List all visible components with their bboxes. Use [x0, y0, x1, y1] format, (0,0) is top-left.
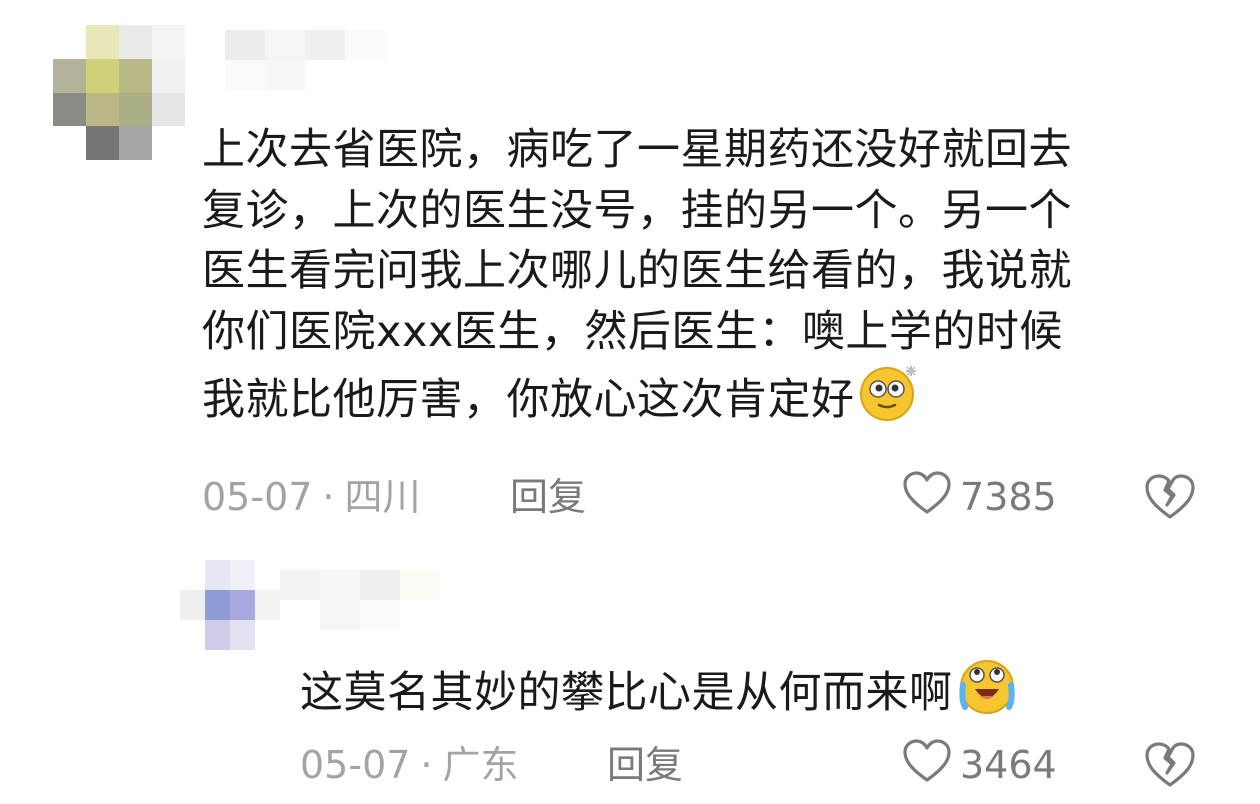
comment-text-line-content: 我就比他厉害，你放心这次肯定好 [202, 375, 855, 425]
separator-dot: · [420, 743, 433, 787]
separator-dot: · [322, 475, 335, 519]
comment-date: 05-07 [300, 743, 411, 787]
comment-meta: 05-07 · 广东 [300, 740, 519, 790]
reply-button[interactable]: 回复 [510, 472, 586, 522]
comment-text-line: 复诊，上次的医生没号，挂的另一个。另一个 [202, 185, 1072, 236]
comment-text-line: 医生看完问我上次哪儿的医生给看的，我说就 [202, 246, 1072, 296]
dislike-button[interactable] [1143, 740, 1197, 794]
heart-icon [902, 470, 952, 525]
comment-text: 这莫名其妙的攀比心是从何而来啊 [300, 655, 1200, 732]
comment-text-line: 上次去省医院，病吃了一星期药还没好就回去 [202, 125, 1072, 175]
like-count: 7385 [960, 475, 1057, 519]
avatar[interactable] [53, 25, 185, 160]
comment-location: 广东 [442, 743, 519, 787]
dislike-button[interactable] [1143, 472, 1197, 526]
like-count: 3464 [960, 743, 1057, 787]
reply-comment-item: 这莫名其妙的攀比心是从何而来啊 05-07 · 广东 回复 3464 [0, 540, 1260, 804]
comment-location: 四川 [344, 475, 421, 519]
comment-text-line: 我就比他厉害，你放心这次肯定好 [202, 362, 1212, 439]
dizzy-face-emoji-icon [857, 362, 923, 439]
comment-text-line-content: 这莫名其妙的攀比心是从何而来啊 [300, 668, 953, 718]
crying-face-emoji-icon [955, 655, 1021, 732]
comment-text-line: 这莫名其妙的攀比心是从何而来啊 [300, 655, 1200, 732]
like-button[interactable]: 3464 [902, 738, 1057, 793]
comment-text: 上次去省医院，病吃了一星期药还没好就回去 复诊，上次的医生没号，挂的另一个。另一… [202, 120, 1212, 439]
avatar[interactable] [180, 560, 280, 650]
username-blurred[interactable] [185, 30, 385, 90]
comment-meta: 05-07 · 四川 [202, 472, 421, 522]
broken-heart-icon [1143, 742, 1197, 794]
broken-heart-icon [1143, 474, 1197, 526]
username-blurred[interactable] [280, 570, 480, 630]
comment-item: 上次去省医院，病吃了一星期药还没好就回去 复诊，上次的医生没号，挂的另一个。另一… [0, 0, 1260, 540]
comment-date: 05-07 [202, 475, 313, 519]
comment-text-line: 你们医院xxx医生，然后医生：噢上学的时候 [202, 306, 1063, 357]
like-button[interactable]: 7385 [902, 470, 1057, 525]
heart-icon [902, 738, 952, 793]
reply-button[interactable]: 回复 [607, 740, 683, 790]
